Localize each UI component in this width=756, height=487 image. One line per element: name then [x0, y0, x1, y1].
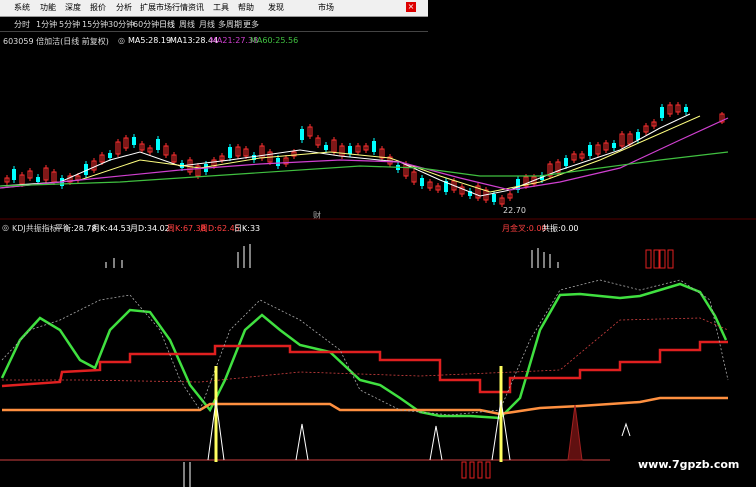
red-signal-bar: [645, 249, 652, 269]
watermark: www.7gpzb.com: [638, 458, 740, 471]
candle-body: [588, 145, 592, 156]
candle-body: [612, 143, 616, 148]
candle-body: [300, 129, 304, 140]
bottom-red-bar: [469, 461, 475, 479]
candle-body: [564, 158, 568, 166]
red-signal-bar: [653, 249, 660, 269]
chart-canvas[interactable]: [0, 0, 756, 487]
line-layer: [0, 113, 729, 461]
candle-body: [228, 147, 232, 158]
candle-body: [660, 107, 664, 118]
candlestick-layer: [4, 102, 725, 207]
bottom-red-bar: [461, 461, 467, 479]
day-k-line: [1, 279, 729, 416]
candle-body: [492, 194, 496, 202]
candle-body: [108, 153, 112, 158]
candle-body: [420, 178, 424, 186]
signal-triangle: [429, 425, 443, 461]
ma13-line: [0, 115, 701, 193]
signal-layer: [105, 244, 674, 487]
candle-body: [276, 158, 280, 166]
signal-triangle: [621, 422, 631, 437]
red-signal-bar: [659, 249, 666, 269]
month-kd-line: [2, 396, 728, 416]
signal-triangle: [295, 423, 309, 461]
candle-body: [132, 137, 136, 145]
candle-body: [12, 169, 16, 180]
bottom-red-bar: [485, 461, 491, 479]
candle-body: [684, 107, 688, 112]
candle-body: [36, 177, 40, 182]
candle-body: [324, 145, 328, 150]
candle-body: [156, 139, 160, 150]
bottom-red-bar: [477, 461, 483, 479]
candle-body: [348, 146, 352, 154]
week-kd-line: [1, 340, 728, 394]
red-signal-bar: [667, 249, 674, 269]
candle-body: [372, 141, 376, 152]
red-triangle: [567, 404, 583, 461]
